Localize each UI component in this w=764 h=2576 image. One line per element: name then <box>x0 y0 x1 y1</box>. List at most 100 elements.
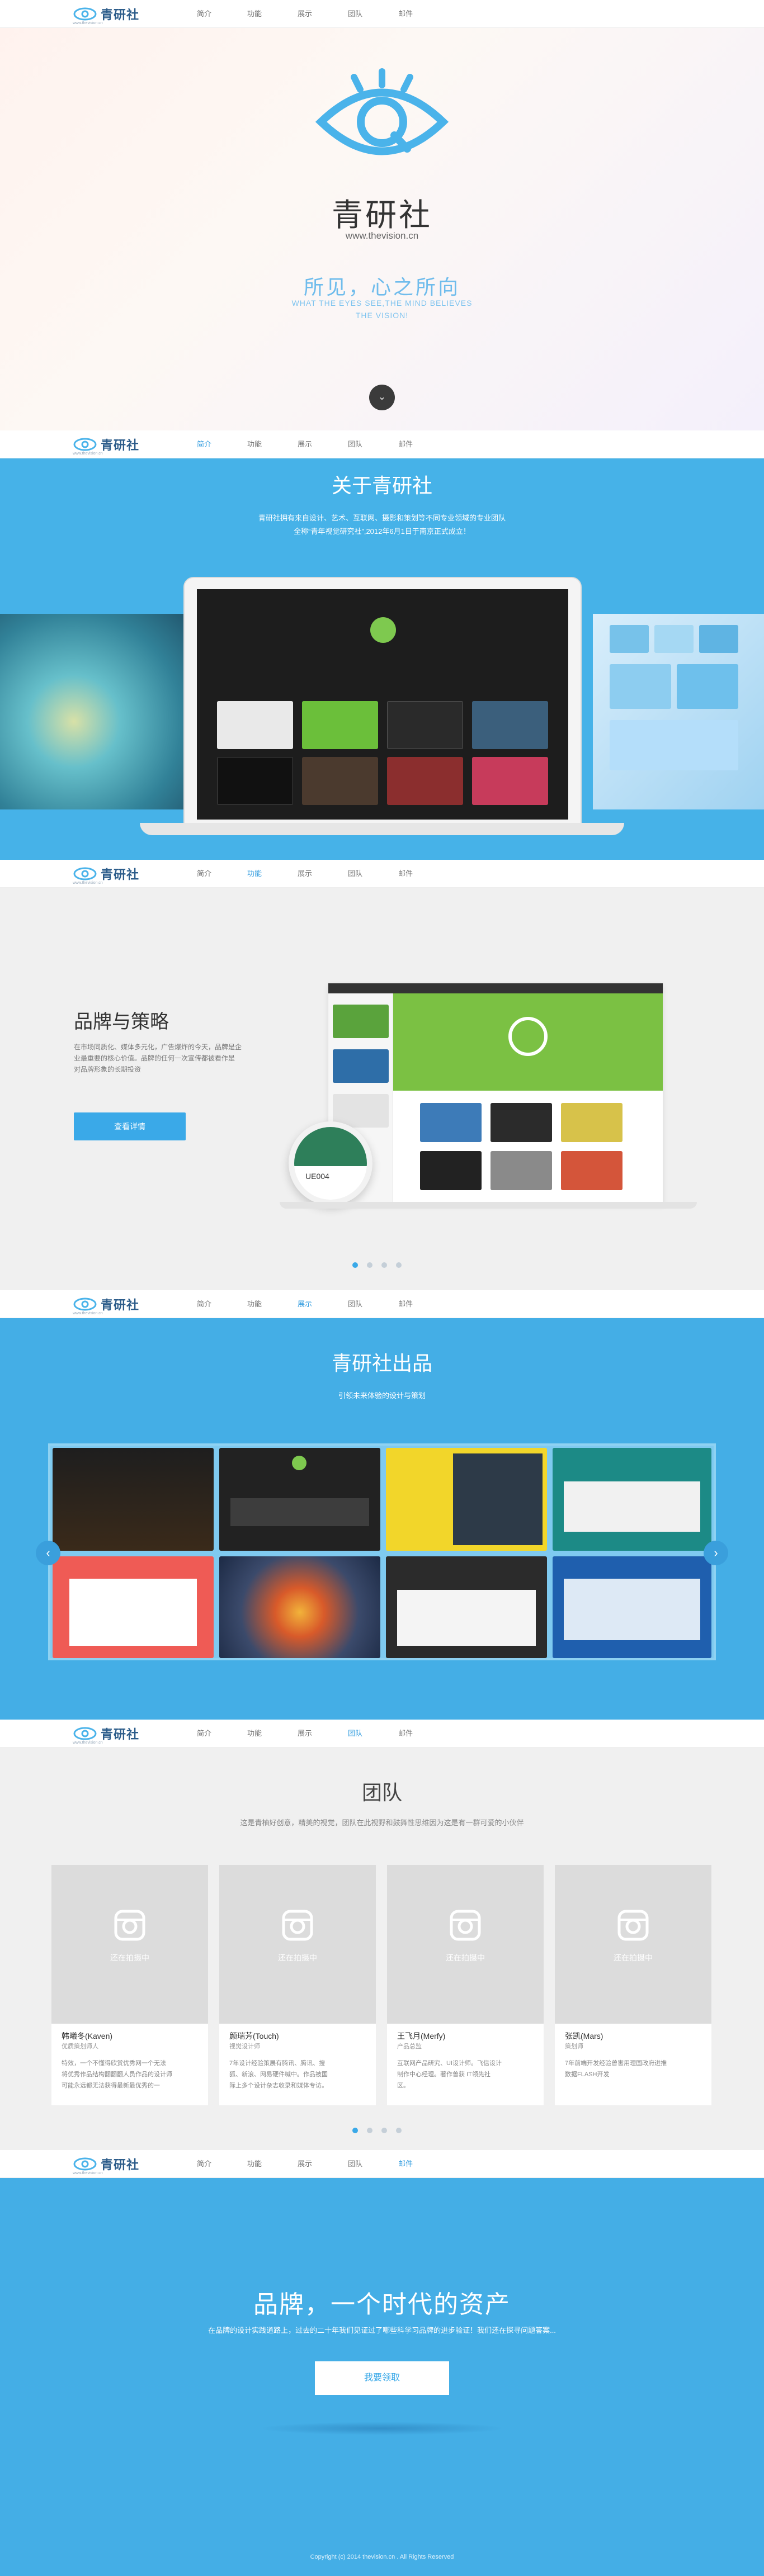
member-role: 视觉设计师 <box>229 2043 260 2050</box>
work-thumb[interactable] <box>386 1556 547 1658</box>
strategy-desc-2: 业最重要的核心价值。品牌的任何一次宣传都被看作是 <box>74 1054 235 1062</box>
nav-item-team[interactable]: 团队 <box>330 1290 380 1318</box>
nav-item-features[interactable]: 功能 <box>229 860 280 888</box>
scroll-down-button[interactable]: ⌄ <box>369 385 395 410</box>
team-card[interactable]: 还在拍摄中 颜瑞芳(Touch) 视觉设计师 7年设计经验策展有腾讯、腾讯、搜 … <box>219 1865 376 2105</box>
logo[interactable]: 青研社 www.thevision.cn <box>73 435 145 456</box>
nav-item-intro[interactable]: 简介 <box>179 1720 229 1748</box>
member-name: 颜瑞芳(Touch) <box>229 2032 279 2040</box>
work-thumb[interactable] <box>219 1448 380 1551</box>
strategy-desc-1: 在市场同质化、媒体多元化，广告爆炸的今天，品牌是企 <box>74 1043 242 1051</box>
logo-text: 青研社 <box>101 2158 140 2172</box>
member-desc-2: 数据FLASH开发 <box>565 2071 610 2078</box>
slide-dot[interactable] <box>396 1262 402 1268</box>
nav-item-features[interactable]: 功能 <box>229 430 280 458</box>
nav-item-team[interactable]: 团队 <box>330 430 380 458</box>
work-thumb[interactable] <box>386 1448 547 1551</box>
nav-item-intro[interactable]: 简介 <box>179 430 229 458</box>
gallery-next-button[interactable]: › <box>704 1541 728 1565</box>
nav-item-team[interactable]: 团队 <box>330 2150 380 2178</box>
claim-button[interactable]: 我要领取 <box>315 2361 449 2395</box>
team-subtitle: 这是青柚好创意，精美的视觉，团队在此视野和鼓舞性思维因为这是有一群可爱的小伙伴 <box>240 1819 524 1827</box>
works-nav: 青研社 www.thevision.cn 简介 功能 展示 团队 邮件 <box>0 1290 764 1318</box>
top-nav: 青研社 www.thevision.cn 简介 功能 展示 团队 邮件 <box>0 0 764 28</box>
nav-item-features[interactable]: 功能 <box>229 0 280 28</box>
chevron-left-icon: ‹ <box>46 1546 50 1560</box>
nav-item-mail[interactable]: 邮件 <box>380 0 431 28</box>
slide-dot[interactable] <box>381 2128 387 2133</box>
nav-item-showcase[interactable]: 展示 <box>280 1290 330 1318</box>
nav-item-team[interactable]: 团队 <box>330 1720 380 1748</box>
slide-dot[interactable] <box>367 2128 372 2133</box>
slide-dot[interactable] <box>367 1262 372 1268</box>
nav-item-showcase[interactable]: 展示 <box>280 2150 330 2178</box>
placeholder-text: 还在拍摄中 <box>110 1953 149 1962</box>
logo-sub: www.thevision.cn <box>73 881 103 885</box>
nav-item-intro[interactable]: 简介 <box>179 1290 229 1318</box>
button-shadow <box>259 2422 505 2435</box>
nav-item-showcase[interactable]: 展示 <box>280 0 330 28</box>
mockup-base <box>280 1202 697 1209</box>
nav-item-mail[interactable]: 邮件 <box>380 430 431 458</box>
nav-item-mail[interactable]: 邮件 <box>380 860 431 888</box>
work-thumb[interactable] <box>219 1556 380 1658</box>
nav-item-intro[interactable]: 简介 <box>179 860 229 888</box>
eye-logo-icon <box>73 1727 97 1740</box>
logo[interactable]: 青研社 www.thevision.cn <box>73 4 145 25</box>
nav-item-showcase[interactable]: 展示 <box>280 1720 330 1748</box>
logo-text: 青研社 <box>101 868 140 882</box>
nav-item-features[interactable]: 功能 <box>229 2150 280 2178</box>
nav-item-showcase[interactable]: 展示 <box>280 860 330 888</box>
member-desc-2: 制作中心经理。著作曾获 IT领先社 <box>397 2071 491 2078</box>
nav-item-mail[interactable]: 邮件 <box>380 1290 431 1318</box>
camera-icon <box>114 1910 145 1941</box>
work-thumb[interactable] <box>553 1448 711 1551</box>
work-thumb[interactable] <box>53 1448 214 1551</box>
team-card[interactable]: 还在拍摄中 王飞月(Merfy) 产品总监 互联网产品研究、UI设计师。飞信设计… <box>387 1865 544 2105</box>
nav-item-mail[interactable]: 邮件 <box>380 1720 431 1748</box>
team-card[interactable]: 还在拍摄中 张凯(Mars) 策划师 7年前端开发经验曾害用理国政府进推 数据F… <box>555 1865 711 2105</box>
eye-logo-icon <box>73 438 97 451</box>
view-details-button[interactable]: 查看详情 <box>74 1112 186 1140</box>
nav-item-team[interactable]: 团队 <box>330 0 380 28</box>
gallery-prev-button[interactable]: ‹ <box>36 1541 60 1565</box>
slide-dot[interactable] <box>352 1262 358 1268</box>
about-nav: 青研社 www.thevision.cn 简介 功能 展示 团队 邮件 <box>0 430 764 458</box>
nav-item-features[interactable]: 功能 <box>229 1290 280 1318</box>
slide-dot[interactable] <box>396 2128 402 2133</box>
nav-item-intro[interactable]: 简介 <box>179 2150 229 2178</box>
slide-dot[interactable] <box>381 1262 387 1268</box>
hero-eye-icon <box>315 68 449 155</box>
camera-icon <box>450 1910 481 1941</box>
logo[interactable]: 青研社 www.thevision.cn <box>73 864 145 885</box>
member-role: 优质策划师人 <box>62 2043 98 2050</box>
member-desc-3: 可能永远都无法获得最新最优秀的一 <box>62 2082 160 2089</box>
nav-item-showcase[interactable]: 展示 <box>280 430 330 458</box>
logo-sub: www.thevision.cn <box>73 1741 103 1745</box>
nav-item-mail[interactable]: 邮件 <box>380 2150 431 2178</box>
laptop-base <box>140 823 624 835</box>
team-card[interactable]: 还在拍摄中 韩曦冬(Kaven) 优质策划师人 特效，一个不懂得欣赏优秀网一个无… <box>51 1865 208 2105</box>
about-line-2: 全称“青年视觉研究社”,2012年6月1日于南京正式成立！ <box>294 527 470 536</box>
placeholder-text: 还在拍摄中 <box>446 1953 485 1962</box>
logo[interactable]: 青研社 www.thevision.cn <box>73 2154 145 2175</box>
brand-screen-mockup <box>328 983 663 1204</box>
slide-dot[interactable] <box>352 2128 358 2133</box>
work-thumb[interactable] <box>553 1556 711 1658</box>
nav-item-features[interactable]: 功能 <box>229 1720 280 1748</box>
chevron-right-icon: › <box>714 1546 718 1560</box>
logo-sub: www.thevision.cn <box>73 2171 103 2175</box>
nav-item-team[interactable]: 团队 <box>330 860 380 888</box>
nav-item-intro[interactable]: 简介 <box>179 0 229 28</box>
placeholder-text: 还在拍摄中 <box>278 1953 317 1962</box>
member-desc-1: 7年前端开发经验曾害用理国政府进推 <box>565 2060 667 2067</box>
works-gallery <box>48 1443 716 1660</box>
member-name: 韩曦冬(Kaven) <box>62 2032 113 2040</box>
logo[interactable]: 青研社 www.thevision.cn <box>73 1295 145 1315</box>
cta-title: 品牌，一个时代的资产 <box>253 2291 511 2318</box>
logo[interactable]: 青研社 www.thevision.cn <box>73 1724 145 1745</box>
work-thumb[interactable] <box>53 1556 214 1658</box>
about-line-1: 青研社拥有来自设计、艺术、互联网、摄影和策划等不同专业领域的专业团队 <box>258 514 506 522</box>
team-nav: 青研社 www.thevision.cn 简介 功能 展示 团队 邮件 <box>0 1720 764 1748</box>
strategy-section: 青研社 www.thevision.cn 简介 功能 展示 团队 邮件 品牌与策… <box>0 860 764 1290</box>
